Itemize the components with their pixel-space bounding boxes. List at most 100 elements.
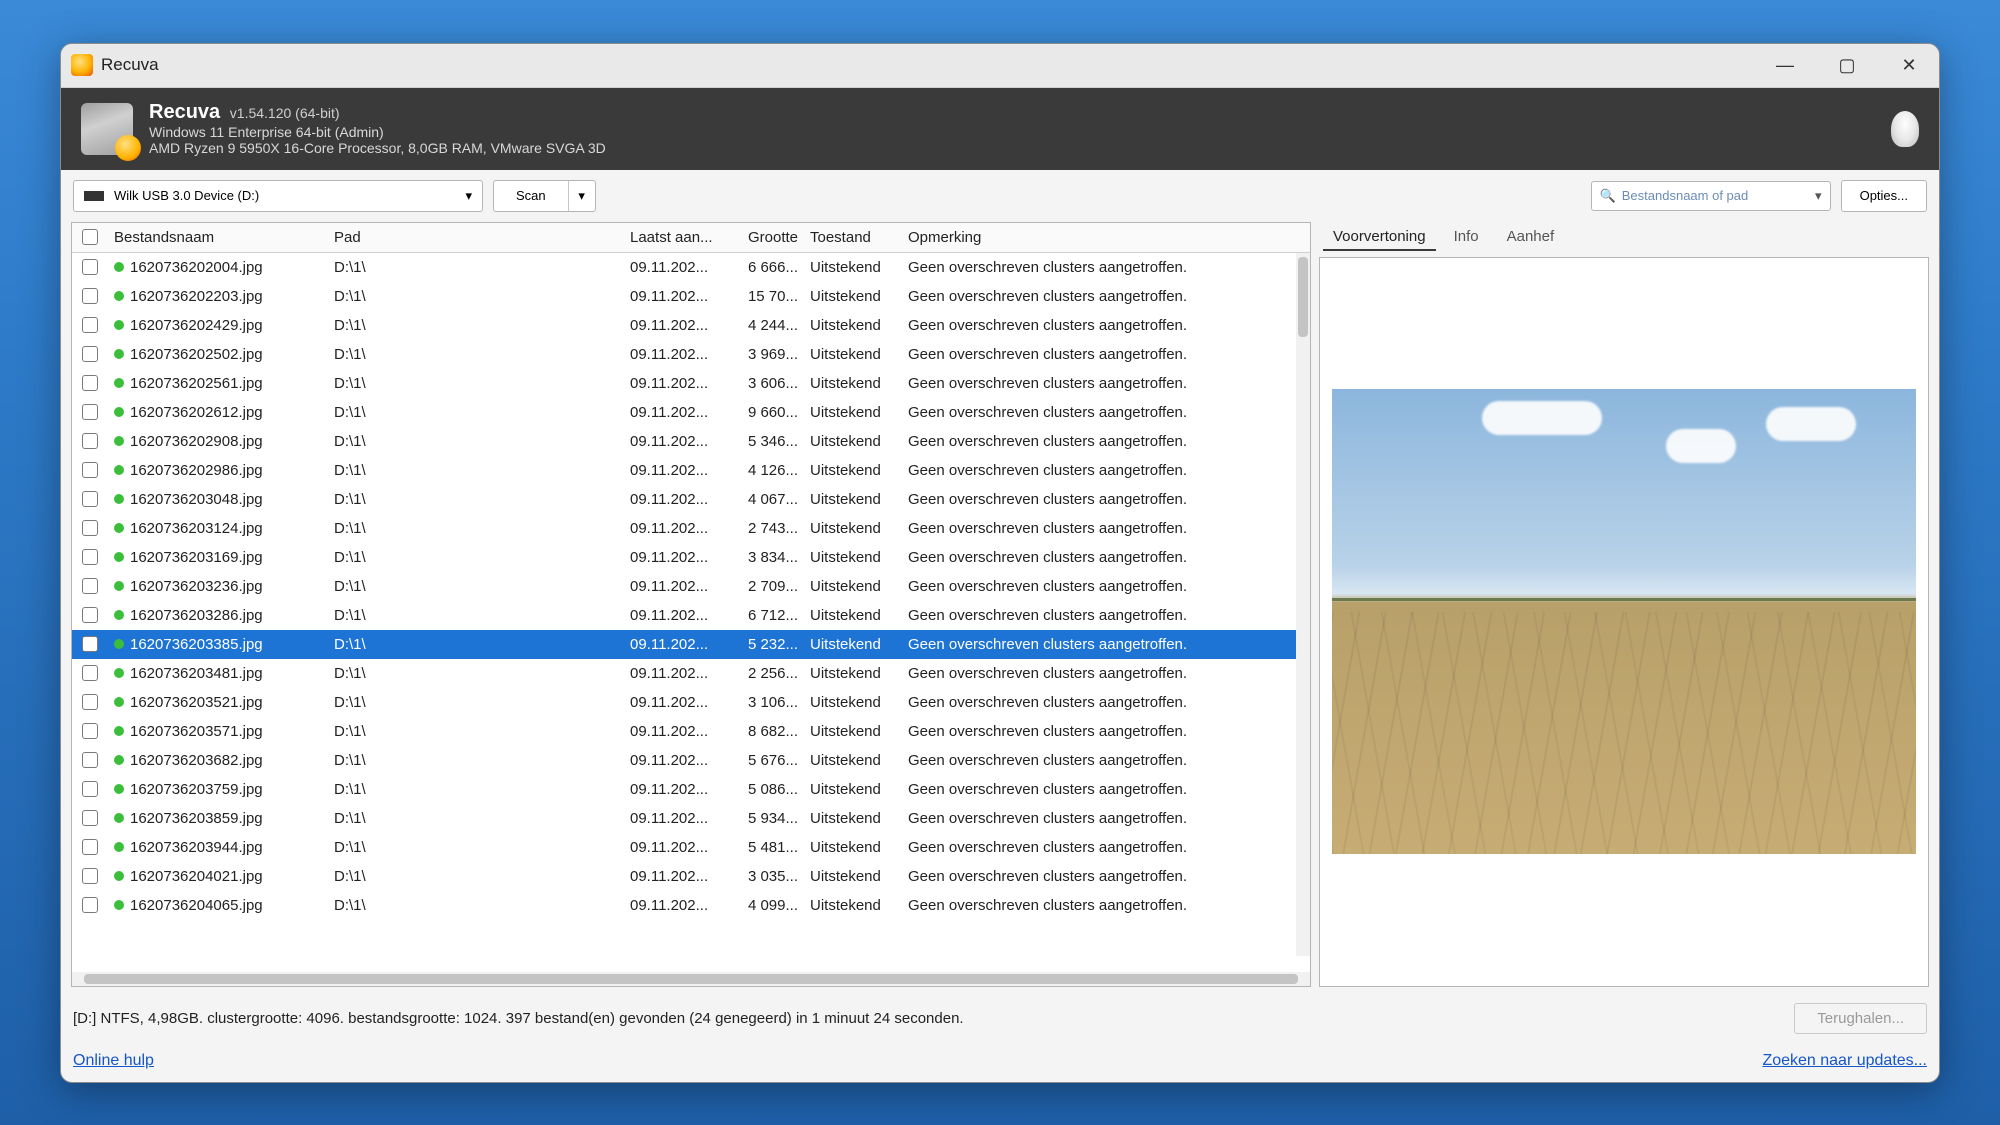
row-checkbox[interactable] <box>82 752 98 768</box>
row-checkbox[interactable] <box>82 868 98 884</box>
table-row[interactable]: 1620736203385.jpgD:\1\09.11.202...5 232.… <box>72 630 1310 659</box>
table-row[interactable]: 1620736202612.jpgD:\1\09.11.202...9 660.… <box>72 398 1310 427</box>
file-size: 2 743... <box>730 520 804 537</box>
row-checkbox[interactable] <box>82 781 98 797</box>
table-row[interactable]: 1620736203859.jpgD:\1\09.11.202...5 934.… <box>72 804 1310 833</box>
col-path[interactable]: Pad <box>328 229 624 246</box>
rows-container: 1620736202004.jpgD:\1\09.11.202...6 666.… <box>72 253 1310 972</box>
table-row[interactable]: 1620736203521.jpgD:\1\09.11.202...3 106.… <box>72 688 1310 717</box>
file-size: 5 232... <box>730 636 804 653</box>
table-row[interactable]: 1620736203048.jpgD:\1\09.11.202...4 067.… <box>72 485 1310 514</box>
filter-input[interactable]: 🔍 Bestandsnaam of pad ▾ <box>1591 181 1831 211</box>
recover-button[interactable]: Terughalen... <box>1794 1003 1927 1034</box>
app-window: Recuva — ▢ ✕ Recuva v1.54.120 (64-bit) W… <box>60 43 1940 1083</box>
app-icon <box>71 54 93 76</box>
col-modified[interactable]: Laatst aan... <box>624 229 730 246</box>
table-row[interactable]: 1620736202203.jpgD:\1\09.11.202...15 70.… <box>72 282 1310 311</box>
titlebar[interactable]: Recuva — ▢ ✕ <box>61 44 1939 88</box>
row-checkbox[interactable] <box>82 665 98 681</box>
table-row[interactable]: 1620736203124.jpgD:\1\09.11.202...2 743.… <box>72 514 1310 543</box>
row-checkbox[interactable] <box>82 694 98 710</box>
table-row[interactable]: 1620736202561.jpgD:\1\09.11.202...3 606.… <box>72 369 1310 398</box>
vertical-scrollbar[interactable] <box>1296 253 1310 956</box>
scan-button[interactable]: Scan ▾ <box>493 180 596 212</box>
column-headers[interactable]: Bestandsnaam Pad Laatst aan... Grootte T… <box>72 223 1310 253</box>
chevron-down-icon: ▾ <box>465 188 472 204</box>
select-all-checkbox[interactable] <box>82 229 98 245</box>
file-path: D:\1\ <box>328 346 624 363</box>
row-checkbox[interactable] <box>82 404 98 420</box>
file-comment: Geen overschreven clusters aangetroffen. <box>902 259 1310 276</box>
file-comment: Geen overschreven clusters aangetroffen. <box>902 868 1310 885</box>
table-row[interactable]: 1620736203571.jpgD:\1\09.11.202...8 682.… <box>72 717 1310 746</box>
row-checkbox[interactable] <box>82 636 98 652</box>
file-comment: Geen overschreven clusters aangetroffen. <box>902 607 1310 624</box>
row-checkbox[interactable] <box>82 520 98 536</box>
online-help-link[interactable]: Online hulp <box>73 1052 154 1070</box>
row-checkbox[interactable] <box>82 549 98 565</box>
file-path: D:\1\ <box>328 868 624 885</box>
lightbulb-icon[interactable] <box>1891 111 1919 147</box>
options-label: Opties... <box>1860 188 1908 203</box>
scan-dropdown[interactable]: ▾ <box>569 188 595 204</box>
file-date: 09.11.202... <box>624 781 730 798</box>
file-name: 1620736202561.jpg <box>130 375 263 392</box>
minimize-button[interactable]: — <box>1765 49 1805 81</box>
preview-pane <box>1319 257 1929 987</box>
row-checkbox[interactable] <box>82 839 98 855</box>
maximize-button[interactable]: ▢ <box>1827 49 1867 81</box>
horizontal-scrollbar[interactable] <box>72 972 1310 986</box>
row-checkbox[interactable] <box>82 897 98 913</box>
table-row[interactable]: 1620736203481.jpgD:\1\09.11.202...2 256.… <box>72 659 1310 688</box>
row-checkbox[interactable] <box>82 317 98 333</box>
options-button[interactable]: Opties... <box>1841 180 1927 212</box>
filter-placeholder: Bestandsnaam of pad <box>1622 188 1748 203</box>
row-checkbox[interactable] <box>82 375 98 391</box>
status-dot-icon <box>114 494 124 504</box>
row-checkbox[interactable] <box>82 346 98 362</box>
table-row[interactable]: 1620736202429.jpgD:\1\09.11.202...4 244.… <box>72 311 1310 340</box>
hdd-icon <box>81 103 133 155</box>
col-comment[interactable]: Opmerking <box>902 229 1296 246</box>
footer: Online hulp Zoeken naar updates... <box>61 1044 1939 1082</box>
row-checkbox[interactable] <box>82 810 98 826</box>
file-path: D:\1\ <box>328 723 624 740</box>
row-checkbox[interactable] <box>82 723 98 739</box>
table-row[interactable]: 1620736203236.jpgD:\1\09.11.202...2 709.… <box>72 572 1310 601</box>
tab-header[interactable]: Aanhef <box>1497 224 1565 251</box>
close-button[interactable]: ✕ <box>1889 49 1929 81</box>
file-path: D:\1\ <box>328 375 624 392</box>
table-row[interactable]: 1620736204021.jpgD:\1\09.11.202...3 035.… <box>72 862 1310 891</box>
tab-info[interactable]: Info <box>1444 224 1489 251</box>
row-checkbox[interactable] <box>82 259 98 275</box>
file-path: D:\1\ <box>328 781 624 798</box>
row-checkbox[interactable] <box>82 462 98 478</box>
col-name[interactable]: Bestandsnaam <box>108 229 328 246</box>
table-row[interactable]: 1620736203682.jpgD:\1\09.11.202...5 676.… <box>72 746 1310 775</box>
row-checkbox[interactable] <box>82 433 98 449</box>
col-size[interactable]: Grootte <box>730 229 804 246</box>
file-state: Uitstekend <box>804 462 902 479</box>
file-path: D:\1\ <box>328 752 624 769</box>
table-row[interactable]: 1620736203759.jpgD:\1\09.11.202...5 086.… <box>72 775 1310 804</box>
file-state: Uitstekend <box>804 665 902 682</box>
table-row[interactable]: 1620736202908.jpgD:\1\09.11.202...5 346.… <box>72 427 1310 456</box>
tab-preview[interactable]: Voorvertoning <box>1323 224 1436 251</box>
file-size: 5 086... <box>730 781 804 798</box>
table-row[interactable]: 1620736202986.jpgD:\1\09.11.202...4 126.… <box>72 456 1310 485</box>
table-row[interactable]: 1620736203169.jpgD:\1\09.11.202...3 834.… <box>72 543 1310 572</box>
table-row[interactable]: 1620736202502.jpgD:\1\09.11.202...3 969.… <box>72 340 1310 369</box>
table-row[interactable]: 1620736202004.jpgD:\1\09.11.202...6 666.… <box>72 253 1310 282</box>
file-state: Uitstekend <box>804 781 902 798</box>
col-state[interactable]: Toestand <box>804 229 902 246</box>
row-checkbox[interactable] <box>82 578 98 594</box>
drive-select[interactable]: Wilk USB 3.0 Device (D:) ▾ <box>73 180 483 212</box>
row-checkbox[interactable] <box>82 288 98 304</box>
table-row[interactable]: 1620736203286.jpgD:\1\09.11.202...6 712.… <box>72 601 1310 630</box>
row-checkbox[interactable] <box>82 491 98 507</box>
check-updates-link[interactable]: Zoeken naar updates... <box>1762 1052 1927 1070</box>
row-checkbox[interactable] <box>82 607 98 623</box>
table-row[interactable]: 1620736203944.jpgD:\1\09.11.202...5 481.… <box>72 833 1310 862</box>
table-row[interactable]: 1620736204065.jpgD:\1\09.11.202...4 099.… <box>72 891 1310 920</box>
file-state: Uitstekend <box>804 839 902 856</box>
